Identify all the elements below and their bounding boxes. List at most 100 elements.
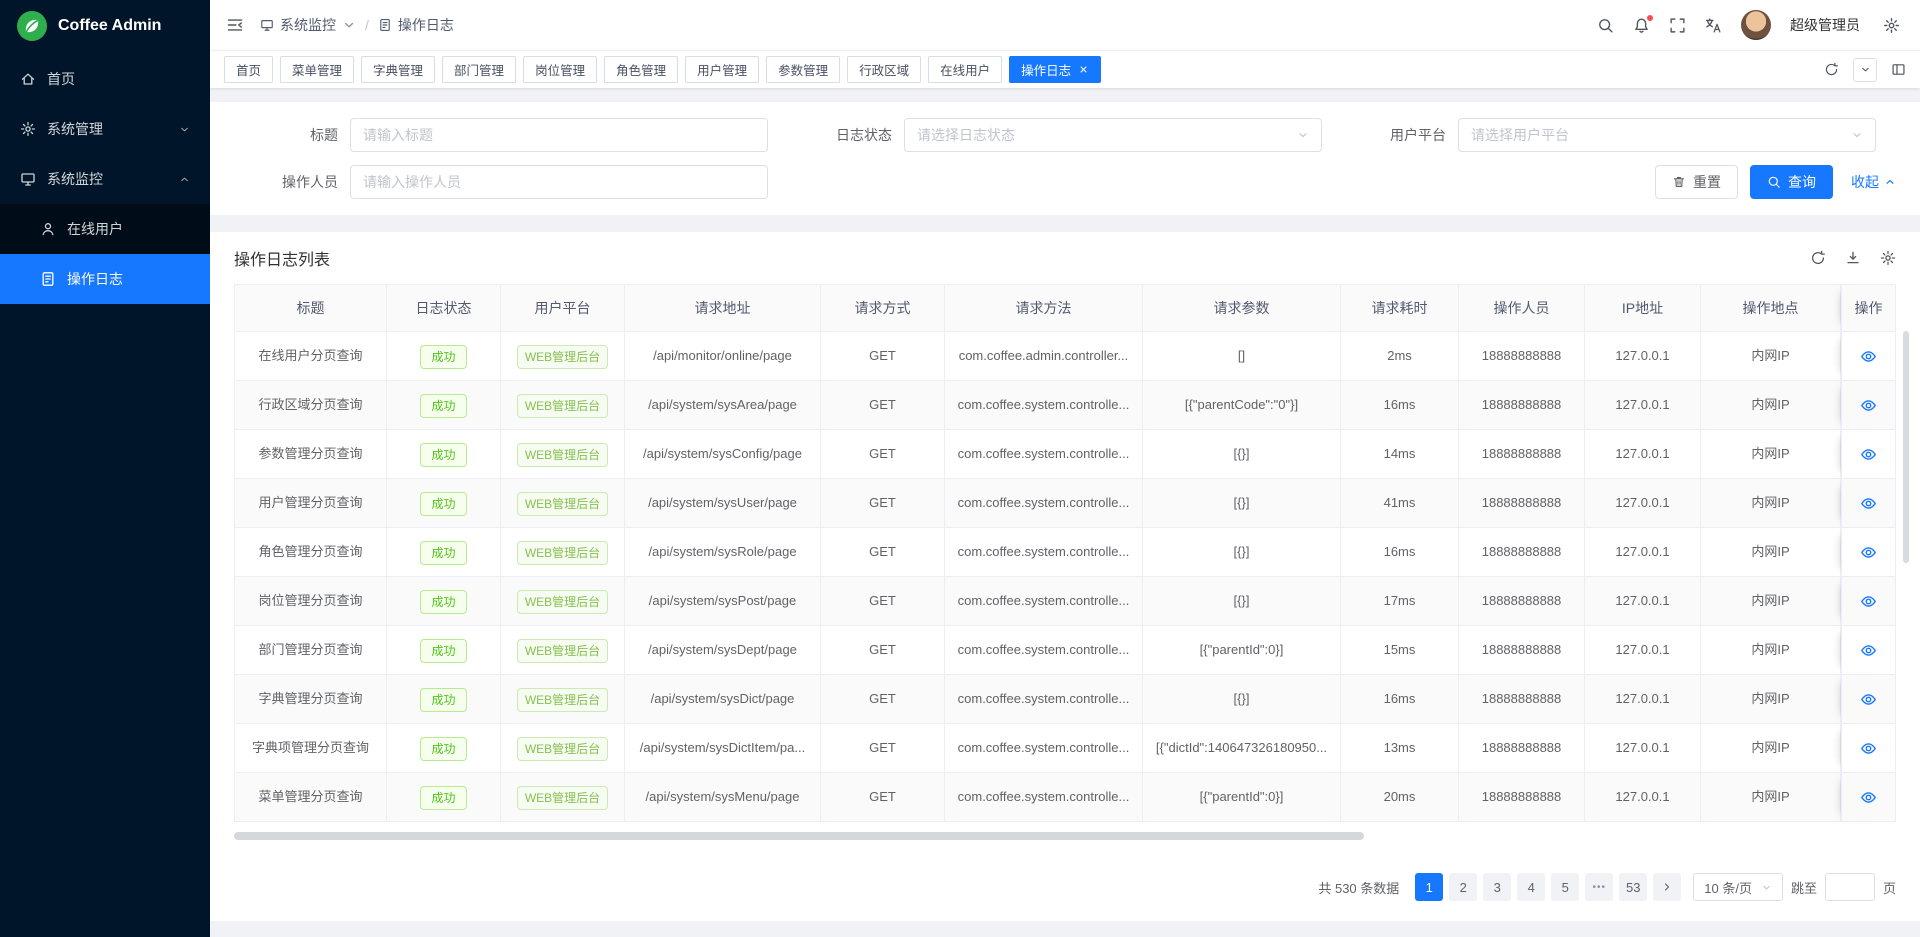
username[interactable]: 超级管理员 <box>1790 15 1860 35</box>
page-button-1[interactable]: 1 <box>1415 873 1443 901</box>
view-detail-eye-icon[interactable] <box>1860 740 1877 757</box>
sidebar-item-operation-log[interactable]: 操作日志 <box>0 254 210 304</box>
refresh-table-icon[interactable] <box>1810 250 1826 266</box>
sidebar-item-system-management[interactable]: 系统管理 <box>0 104 210 154</box>
page-button-4[interactable]: 4 <box>1517 873 1545 901</box>
tab-1[interactable]: 菜单管理 <box>280 56 354 83</box>
view-detail-eye-icon[interactable] <box>1860 446 1877 463</box>
table-cell: 18888888888 <box>1459 479 1585 527</box>
table-cell: GET <box>821 479 945 527</box>
collapse-label: 收起 <box>1851 172 1879 192</box>
translate-icon[interactable] <box>1705 17 1722 34</box>
view-detail-eye-icon[interactable] <box>1860 544 1877 561</box>
view-detail-eye-icon[interactable] <box>1860 593 1877 610</box>
close-icon[interactable] <box>1078 64 1089 75</box>
sidebar-item-system-monitor[interactable]: 系统监控 <box>0 154 210 204</box>
user-platform-select[interactable]: 请选择用户平台 <box>1458 118 1876 152</box>
view-detail-eye-icon[interactable] <box>1860 789 1877 806</box>
table-cell: GET <box>821 724 945 772</box>
view-detail-eye-icon[interactable] <box>1860 397 1877 414</box>
title-input[interactable] <box>350 118 768 152</box>
tab-6[interactable]: 用户管理 <box>685 56 759 83</box>
table-cell: 岗位管理分页查询 <box>235 577 387 625</box>
tab-10[interactable]: 操作日志 <box>1009 56 1101 83</box>
pager-ellipsis[interactable]: ••• <box>1585 873 1613 901</box>
avatar[interactable] <box>1741 10 1771 40</box>
operator-input[interactable] <box>350 165 768 199</box>
table-cell: GET <box>821 430 945 478</box>
table-cell: 127.0.0.1 <box>1585 332 1701 380</box>
vertical-scrollbar[interactable] <box>1903 331 1909 563</box>
reset-button[interactable]: 重置 <box>1655 165 1738 199</box>
table-cell: 参数管理分页查询 <box>235 430 387 478</box>
view-detail-eye-icon[interactable] <box>1860 495 1877 512</box>
table-cell: 127.0.0.1 <box>1585 528 1701 576</box>
breadcrumb-item-monitor[interactable]: 系统监控 <box>260 15 356 35</box>
column-header-7: 请求耗时 <box>1341 285 1459 331</box>
page-button-5[interactable]: 5 <box>1551 873 1579 901</box>
view-detail-eye-icon[interactable] <box>1860 691 1877 708</box>
collapse-filter-link[interactable]: 收起 <box>1851 172 1896 192</box>
status-badge: 成功 <box>420 639 466 663</box>
tab-actions-dropdown[interactable] <box>1853 58 1877 82</box>
topbar-right: 超级管理员 <box>1597 10 1900 40</box>
horizontal-scrollbar-thumb[interactable] <box>234 832 1364 840</box>
table-row: 部门管理分页查询成功WEB管理后台/api/system/sysDept/pag… <box>234 626 1896 675</box>
search-icon[interactable] <box>1597 17 1614 34</box>
tab-7[interactable]: 参数管理 <box>766 56 840 83</box>
search-button[interactable]: 查询 <box>1750 165 1833 199</box>
tabbar: 首页菜单管理字典管理部门管理岗位管理角色管理用户管理参数管理行政区域在线用户操作… <box>210 50 1920 88</box>
table-cell: 127.0.0.1 <box>1585 773 1701 821</box>
fullscreen-icon[interactable] <box>1669 17 1686 34</box>
tab-0[interactable]: 首页 <box>224 56 273 83</box>
view-detail-eye-icon[interactable] <box>1860 348 1877 365</box>
log-status-select[interactable]: 请选择日志状态 <box>904 118 1322 152</box>
table-cell: 15ms <box>1341 626 1459 674</box>
log-icon <box>378 18 392 32</box>
table-cell: com.coffee.system.controlle... <box>945 381 1143 429</box>
table-cell: 18888888888 <box>1459 626 1585 674</box>
chevron-down-icon <box>179 124 190 135</box>
layout-icon[interactable] <box>1891 62 1906 77</box>
total-count: 共 530 条数据 <box>1318 878 1399 897</box>
table-cell: [{}] <box>1143 479 1341 527</box>
tab-label: 操作日志 <box>1021 60 1071 79</box>
jump-page-input[interactable] <box>1825 873 1875 901</box>
topbar-left: 系统监控 / 操作日志 <box>226 15 454 35</box>
menu-fold-icon[interactable] <box>226 16 244 34</box>
tab-8[interactable]: 行政区域 <box>847 56 921 83</box>
table-row: 用户管理分页查询成功WEB管理后台/api/system/sysUser/pag… <box>234 479 1896 528</box>
export-icon[interactable] <box>1845 250 1861 266</box>
page-button-53[interactable]: 53 <box>1619 873 1647 901</box>
column-settings-icon[interactable] <box>1880 250 1896 266</box>
tab-3[interactable]: 部门管理 <box>442 56 516 83</box>
table-cell: 127.0.0.1 <box>1585 626 1701 674</box>
page-button-2[interactable]: 2 <box>1449 873 1477 901</box>
tab-2[interactable]: 字典管理 <box>361 56 435 83</box>
table-cell: /api/system/sysArea/page <box>625 381 821 429</box>
settings-gear-icon[interactable] <box>1883 17 1900 34</box>
tab-9[interactable]: 在线用户 <box>928 56 1002 83</box>
chevron-down-icon <box>1860 64 1871 75</box>
view-detail-eye-icon[interactable] <box>1860 642 1877 659</box>
table-cell: 字典管理分页查询 <box>235 675 387 723</box>
sidebar-item-home[interactable]: 首页 <box>0 54 210 104</box>
table-cell: [{}] <box>1143 675 1341 723</box>
refresh-tab-icon[interactable] <box>1824 62 1839 77</box>
pager: 12345•••53 <box>1415 873 1681 901</box>
table-cell: 内网IP <box>1701 332 1841 380</box>
page-button-3[interactable]: 3 <box>1483 873 1511 901</box>
notifications-button[interactable] <box>1633 17 1650 34</box>
table-cell: /api/system/sysConfig/page <box>625 430 821 478</box>
app-logo[interactable]: Coffee Admin <box>0 0 210 52</box>
page-size-select[interactable]: 10 条/页 <box>1693 873 1783 901</box>
tab-5[interactable]: 角色管理 <box>604 56 678 83</box>
table-cell: 127.0.0.1 <box>1585 675 1701 723</box>
next-page-button[interactable] <box>1653 873 1681 901</box>
trash-icon <box>1672 175 1686 189</box>
table-cell: com.coffee.system.controlle... <box>945 724 1143 772</box>
sidebar-item-online-users[interactable]: 在线用户 <box>0 204 210 254</box>
tab-4[interactable]: 岗位管理 <box>523 56 597 83</box>
main-area: 系统监控 / 操作日志 <box>210 0 1920 937</box>
table-cell: 18888888888 <box>1459 577 1585 625</box>
